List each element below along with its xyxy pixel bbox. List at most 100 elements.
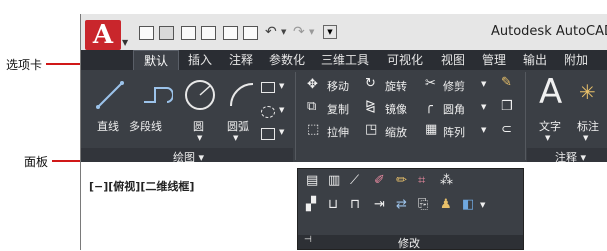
rectangle-icon[interactable] bbox=[261, 82, 275, 93]
tab-insert[interactable]: 插入 bbox=[180, 50, 220, 70]
dimension-dropdown-icon[interactable]: ▼ bbox=[583, 134, 588, 142]
array-dropdown-icon[interactable]: ▼ bbox=[481, 126, 486, 134]
pin-icon[interactable]: ⊣ bbox=[304, 235, 312, 245]
stretch-icon[interactable]: ⬚ bbox=[307, 122, 319, 137]
trim-icon[interactable]: ✂ bbox=[425, 76, 436, 91]
arc-dropdown-icon[interactable]: ▼ bbox=[233, 134, 238, 142]
text-label[interactable]: 文字 bbox=[539, 118, 561, 134]
viewport-controls-label[interactable]: [−][俯视][二维线框] bbox=[89, 178, 194, 194]
erase-icon[interactable]: ✎ bbox=[501, 75, 512, 90]
redo-dropdown-icon[interactable]: ▼ bbox=[309, 28, 314, 36]
chevron-down-icon[interactable]: ▼ bbox=[122, 38, 128, 47]
text-icon[interactable]: A bbox=[539, 72, 562, 112]
callout-panel-label: 面板 bbox=[24, 155, 49, 169]
customize-quick-access-icon[interactable]: ▼ bbox=[323, 25, 337, 39]
annotation-panel: A ✳ 文字 标注 ▼ ▼ 注释 ▾ bbox=[527, 70, 607, 164]
tab-parametric[interactable]: 参数化 bbox=[262, 50, 312, 70]
dimension-label[interactable]: 标注 bbox=[577, 118, 599, 134]
block-icon[interactable]: ▥ bbox=[328, 173, 340, 188]
arc-icon[interactable] bbox=[227, 80, 257, 110]
edit-spline-icon[interactable]: ✏ bbox=[396, 173, 407, 188]
mirror-label[interactable]: 镜像 bbox=[385, 101, 407, 117]
mirror-icon[interactable]: ⧎ bbox=[365, 99, 376, 114]
copy-label[interactable]: 复制 bbox=[327, 101, 349, 117]
draworder-icon[interactable]: ▤ bbox=[306, 173, 318, 188]
copy-nested-dropdown-icon[interactable]: ▼ bbox=[480, 201, 485, 209]
move-icon[interactable]: ✥ bbox=[307, 77, 318, 92]
application-menu-button[interactable]: A bbox=[85, 20, 121, 50]
redo-icon[interactable]: ↷ bbox=[293, 24, 305, 40]
array-icon[interactable]: ▦ bbox=[425, 122, 437, 137]
modify-panel-footer: ⊣ 修改 bbox=[298, 235, 523, 251]
tab-manage[interactable]: 管理 bbox=[474, 50, 514, 70]
rotate-label[interactable]: 旋转 bbox=[385, 78, 407, 94]
hatch-icon[interactable] bbox=[261, 106, 275, 118]
region-icon[interactable] bbox=[261, 128, 275, 140]
undo-dropdown-icon[interactable]: ▼ bbox=[281, 28, 286, 36]
lengthen-icon[interactable]: ⟋ bbox=[350, 173, 359, 188]
circle-dropdown-icon[interactable]: ▼ bbox=[197, 134, 202, 142]
tab-addons[interactable]: 附加 bbox=[556, 50, 596, 70]
fillet-label[interactable]: 圆角 bbox=[443, 101, 465, 117]
join-icon[interactable]: ⁂ bbox=[440, 173, 453, 188]
rectangle-dropdown-icon[interactable]: ▼ bbox=[279, 82, 284, 90]
title-bar: A ▼ ↶ ▼ ↷ ▼ ▼ Autodesk AutoCAD 20 bbox=[81, 14, 607, 50]
copy-nested-icon[interactable]: ◧ bbox=[462, 197, 474, 212]
callout-tab-label: 选项卡 bbox=[6, 58, 43, 72]
break-icon[interactable]: ⊔ bbox=[328, 197, 338, 212]
ribbon-tab-bar: 默认 插入 注释 参数化 三维工具 可视化 视图 管理 输出 附加 bbox=[81, 50, 607, 70]
copy-icon[interactable]: ⧉ bbox=[307, 99, 316, 114]
match-properties-icon[interactable]: ♟ bbox=[440, 197, 452, 212]
panel-separator bbox=[525, 72, 526, 160]
edit-hatch-icon[interactable]: ⌗ bbox=[418, 173, 425, 188]
ellipse-dropdown-icon[interactable]: ▼ bbox=[279, 106, 284, 114]
scale-label[interactable]: 缩放 bbox=[385, 124, 407, 140]
scale-icon[interactable]: ◳ bbox=[365, 122, 377, 137]
tab-3d-tools[interactable]: 三维工具 bbox=[313, 50, 377, 70]
fillet-icon[interactable]: ╭ bbox=[425, 99, 433, 114]
circle-label[interactable]: 圆 bbox=[193, 118, 204, 134]
panel-separator bbox=[295, 72, 296, 160]
tab-visualize[interactable]: 可视化 bbox=[378, 50, 432, 70]
polyline-label[interactable]: 多段线 bbox=[129, 118, 162, 134]
tab-annotate[interactable]: 注释 bbox=[221, 50, 261, 70]
set-by-layer-icon[interactable]: ⎘ bbox=[418, 197, 428, 212]
boundary-dropdown-icon[interactable]: ▼ bbox=[279, 128, 284, 136]
line-icon[interactable] bbox=[95, 80, 125, 110]
stretch-label[interactable]: 拉伸 bbox=[327, 124, 349, 140]
fillet-dropdown-icon[interactable]: ▼ bbox=[481, 103, 486, 111]
modify-panel-expanded: ▤ ▥ ⟋ ✐ ✏ ⌗ ⁂ ▞ ⊔ ⊓ ⇥ ⇄ ⎘ ♟ ◧ ▼ ⊣ 修改 bbox=[297, 168, 524, 250]
save-as-icon[interactable] bbox=[201, 26, 216, 40]
tab-view[interactable]: 视图 bbox=[433, 50, 473, 70]
explode-icon[interactable]: ❒ bbox=[501, 99, 513, 114]
tab-default[interactable]: 默认 bbox=[133, 50, 179, 70]
offset-icon[interactable]: ⊂ bbox=[501, 122, 512, 137]
new-file-icon[interactable] bbox=[139, 26, 154, 40]
tab-output[interactable]: 输出 bbox=[515, 50, 555, 70]
reverse-icon[interactable]: ⇄ bbox=[396, 197, 407, 212]
plot-icon[interactable] bbox=[223, 26, 238, 40]
circle-icon[interactable] bbox=[183, 78, 217, 112]
move-label[interactable]: 移动 bbox=[327, 78, 349, 94]
text-dropdown-icon[interactable]: ▼ bbox=[545, 134, 550, 142]
autocad-window: A ▼ ↶ ▼ ↷ ▼ ▼ Autodesk AutoCAD 20 默认 插入 … bbox=[80, 14, 607, 250]
window-title: Autodesk AutoCAD 20 bbox=[491, 24, 607, 39]
line-label[interactable]: 直线 bbox=[97, 118, 119, 134]
edit-polyline-icon[interactable]: ✐ bbox=[374, 173, 385, 188]
print-icon[interactable] bbox=[243, 26, 258, 40]
arc-label[interactable]: 圆弧 bbox=[227, 118, 249, 134]
align-icon[interactable]: ▞ bbox=[306, 197, 316, 212]
polyline-icon[interactable] bbox=[141, 80, 173, 110]
trim-label[interactable]: 修剪 bbox=[443, 78, 465, 94]
dimension-icon[interactable]: ✳ bbox=[579, 80, 596, 104]
array-label[interactable]: 阵列 bbox=[443, 124, 465, 140]
undo-icon[interactable]: ↶ bbox=[265, 24, 277, 40]
draw-panel: 直线 多段线 圆 圆弧 ▼ ▼ ▼ ▼ ▼ 绘图 ▾ bbox=[81, 70, 293, 164]
save-icon[interactable] bbox=[181, 26, 196, 40]
modify-panel-title[interactable]: 修改 bbox=[398, 235, 420, 251]
rotate-icon[interactable]: ↻ bbox=[365, 76, 376, 91]
chamfer-icon[interactable]: ⇥ bbox=[374, 197, 385, 212]
trim-dropdown-icon[interactable]: ▼ bbox=[481, 80, 486, 88]
break-at-point-icon[interactable]: ⊓ bbox=[350, 197, 360, 212]
open-file-icon[interactable] bbox=[159, 26, 174, 40]
